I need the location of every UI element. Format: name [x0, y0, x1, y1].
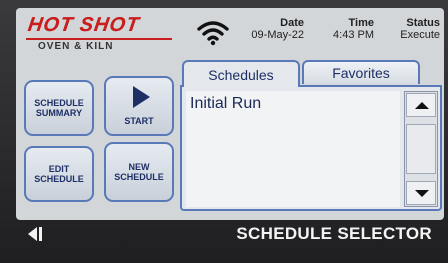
edit-schedule-label: EDIT SCHEDULE [34, 164, 84, 184]
arrow-up-icon [415, 102, 429, 109]
date-label: Date [280, 17, 304, 29]
back-icon[interactable] [28, 227, 37, 241]
list-item[interactable]: Initial Run [190, 95, 261, 113]
status-label: Status [406, 17, 440, 29]
new-schedule-label: NEW SCHEDULE [114, 162, 164, 182]
edit-schedule-button[interactable]: EDIT SCHEDULE [24, 146, 94, 202]
schedule-list-panel: Initial Run [180, 85, 442, 211]
status-readout: Status Execute [378, 17, 440, 42]
arrow-down-icon [415, 190, 429, 197]
brand-logo: HOT SHOT OVEN & KILN [24, 14, 174, 58]
time-label: Time [348, 17, 374, 29]
start-label: START [124, 116, 154, 126]
schedule-summary-button[interactable]: SCHEDULE SUMMARY [24, 80, 94, 136]
brand-tagline: OVEN & KILN [38, 41, 114, 52]
brand-name: HOT SHOT [26, 14, 141, 36]
play-icon [133, 86, 150, 108]
touch-screen: HOT SHOT OVEN & KILN Date 09-May-22 Time… [16, 8, 444, 220]
screen-title: SCHEDULE SELECTOR [236, 224, 432, 243]
scroll-down-button[interactable] [406, 181, 436, 205]
tab-favorites[interactable]: Favorites [302, 60, 420, 84]
date-value: 09-May-22 [251, 29, 304, 41]
scroll-thumb[interactable] [406, 124, 436, 174]
time-value: 4:43 PM [333, 29, 374, 41]
brand-underline [26, 38, 172, 40]
scroll-up-button[interactable] [406, 93, 436, 117]
status-value: Execute [400, 29, 440, 41]
list-scrollbar[interactable] [404, 91, 438, 207]
schedule-summary-label: SCHEDULE SUMMARY [34, 98, 84, 118]
back-icon-bar [39, 227, 42, 241]
wifi-icon [197, 21, 229, 46]
tab-favorites-label: Favorites [332, 65, 390, 81]
time-readout: Time 4:43 PM [314, 17, 374, 42]
schedule-list: Initial Run [186, 91, 400, 207]
tab-schedules-label: Schedules [208, 66, 274, 83]
tab-schedules[interactable]: Schedules [182, 60, 300, 87]
date-readout: Date 09-May-22 [238, 17, 304, 42]
start-button[interactable]: START [104, 76, 174, 136]
new-schedule-button[interactable]: NEW SCHEDULE [104, 142, 174, 202]
